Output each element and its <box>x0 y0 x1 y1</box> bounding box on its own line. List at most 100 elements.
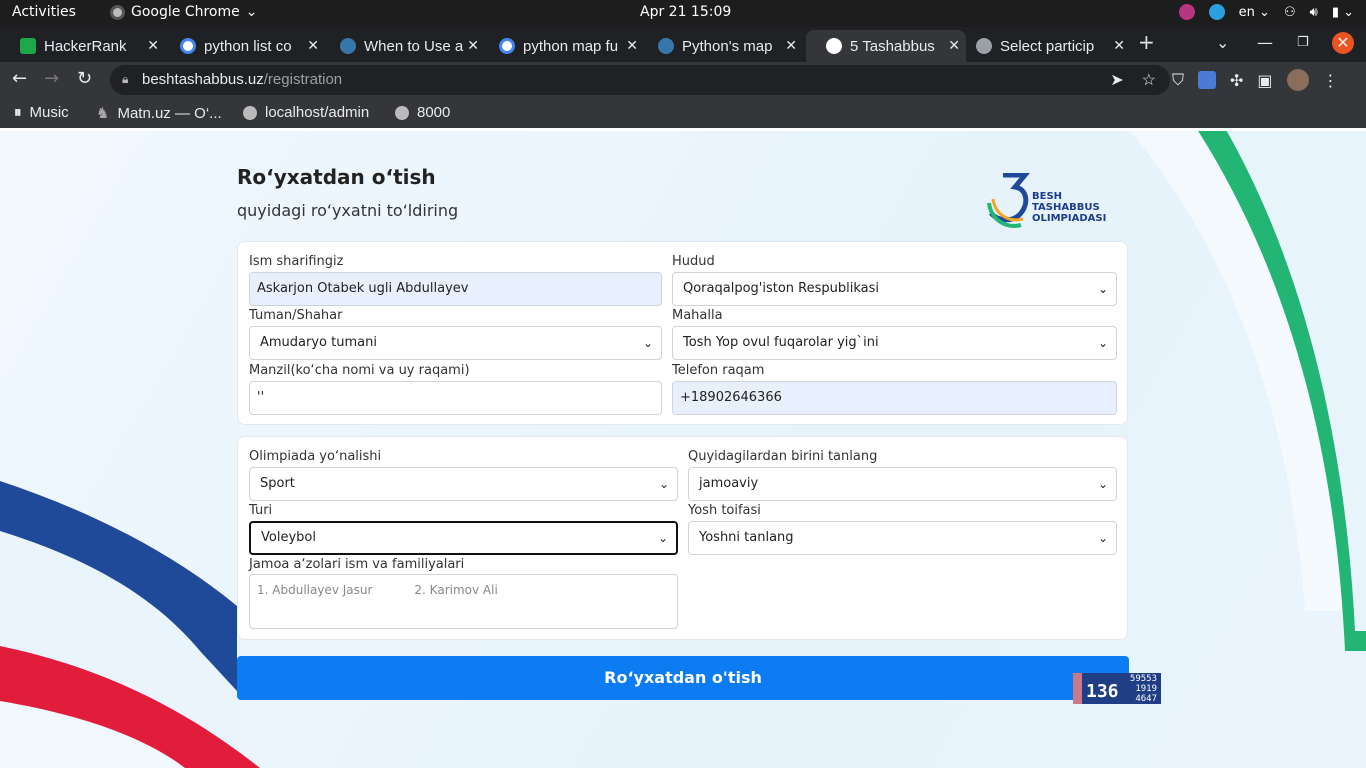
forward-button[interactable]: → <box>44 68 59 89</box>
menu-icon[interactable]: ⋮ <box>1323 71 1339 90</box>
app-name: Google Chrome <box>131 4 240 20</box>
register-button[interactable]: Ro‘yxatdan o'tish <box>237 656 1129 700</box>
page-title: Ro‘yxatdan o‘tish <box>237 165 436 189</box>
chevron-down-icon: ⌄ <box>642 336 653 350</box>
tab-title: Select particip <box>1000 37 1095 55</box>
puzzle-icon[interactable]: ✣ <box>1230 71 1243 90</box>
name-label: Ism sharifingiz <box>249 254 344 269</box>
tashabbus-icon <box>826 38 842 54</box>
clock[interactable]: Apr 21 15:09 <box>640 4 731 20</box>
address-label: Manzil(ko‘cha nomi va uy raqami) <box>249 363 470 378</box>
bookmark-matn[interactable]: ♞ Matn.uz — O‘... <box>96 104 222 123</box>
district-select[interactable]: Amudaryo tumani ⌄ <box>249 326 662 360</box>
choose-label: Quyidagilardan birini tanlang <box>688 449 878 464</box>
address-input[interactable]: '' <box>249 381 662 415</box>
placeholder-member-2: 2. Karimov Ali <box>414 583 498 597</box>
tab-5-tashabbus[interactable]: 5 Tashabbus ✕ <box>806 30 966 62</box>
close-icon[interactable]: ✕ <box>785 37 797 54</box>
bookmark-8000[interactable]: 8000 <box>395 104 450 121</box>
back-button[interactable]: ← <box>12 68 27 89</box>
mahalla-select[interactable]: Tosh Yop ovul fuqarolar yig`ini ⌄ <box>672 326 1117 360</box>
python-icon <box>658 38 674 54</box>
tab-pythons-map[interactable]: Python's map ✕ <box>638 30 803 62</box>
close-icon[interactable]: ✕ <box>307 37 319 54</box>
telegram-icon[interactable] <box>1208 4 1225 20</box>
google-icon <box>180 38 196 54</box>
direction-select[interactable]: Sport ⌄ <box>249 467 678 501</box>
chevron-down-icon: ⌄ <box>245 4 258 20</box>
tab-hackerrank[interactable]: HackerRank ✕ <box>0 30 165 62</box>
profile-avatar[interactable] <box>1286 69 1309 91</box>
chevron-down-icon: ⌄ <box>1097 531 1108 545</box>
browser-toolbar: ← → ↻ 🔒︎ beshtashabbus.uz/registration ➤… <box>0 62 1366 98</box>
url-text[interactable]: beshtashabbus.uz/registration <box>142 71 342 88</box>
team-members-textarea[interactable]: 1. Abdullayev Jasur 2. Karimov Ali <box>249 574 678 629</box>
logo-text: BESH TASHABBUS OLIMPIADASI <box>1032 191 1107 224</box>
reload-button[interactable]: ↻ <box>77 68 92 89</box>
team-members-label: Jamoa a‘zolari ism va familiyalari <box>249 557 465 572</box>
close-window-button[interactable]: ✕ <box>1332 32 1354 54</box>
close-icon[interactable]: ✕ <box>1113 37 1125 54</box>
globe-icon <box>243 105 257 120</box>
close-icon[interactable]: ✕ <box>467 37 479 54</box>
logo-mark <box>987 172 1031 228</box>
tab-python-map-google[interactable]: python map fu ✕ <box>479 30 644 62</box>
bookmark-localhost-admin[interactable]: localhost/admin <box>243 104 369 121</box>
chevron-down-icon: ⌄ <box>658 477 669 491</box>
system-tray[interactable]: en ⌄ ⚇ 🔊︎ ▮ ⌄ <box>1178 4 1354 20</box>
page-subtitle: quyidagi ro‘yxatni to‘ldiring <box>237 201 459 220</box>
besh-tashabbus-logo: BESH TASHABBUS OLIMPIADASI <box>985 172 1125 233</box>
side-panel-icon[interactable]: ▣ <box>1257 71 1272 90</box>
volume-icon[interactable]: 🔊︎ <box>1310 5 1318 20</box>
chevron-down-icon: ⌄ <box>1097 282 1108 296</box>
tab-python-list[interactable]: python list co ✕ <box>160 30 325 62</box>
music-icon: ⏸ <box>14 104 22 121</box>
globe-icon <box>976 38 992 54</box>
shield-icon[interactable]: ⛉ <box>1172 70 1184 90</box>
network-icon[interactable]: ⚇ <box>1284 5 1296 20</box>
bookmark-music[interactable]: ⏸ Music <box>14 104 69 121</box>
address-bar[interactable]: 🔒︎ beshtashabbus.uz/registration ➤ ☆ <box>110 65 1170 95</box>
hackerrank-icon <box>20 38 36 54</box>
tray-app-icon[interactable] <box>1178 4 1195 20</box>
battery-icon[interactable]: ▮ ⌄ <box>1332 5 1354 20</box>
type-label: Turi <box>249 503 273 518</box>
translate-icon[interactable] <box>1198 71 1217 89</box>
tab-when-to-use[interactable]: When to Use a ✕ <box>320 30 485 62</box>
lock-icon[interactable]: 🔒︎ <box>122 72 128 87</box>
google-icon <box>499 38 515 54</box>
region-label: Hudud <box>672 254 715 269</box>
tab-strip: HackerRank ✕ python list co ✕ When to Us… <box>0 27 1366 62</box>
chevron-down-icon: ⌄ <box>1097 336 1108 350</box>
chrome-icon <box>110 4 125 20</box>
close-icon[interactable]: ✕ <box>147 37 159 54</box>
matn-icon: ♞ <box>96 105 110 122</box>
minimize-button[interactable]: — <box>1257 33 1273 52</box>
chevron-down-icon: ⌄ <box>657 531 668 545</box>
team-type-select[interactable]: jamoaviy ⌄ <box>688 467 1117 501</box>
python-icon <box>340 38 356 54</box>
age-select[interactable]: Yoshni tanlang ⌄ <box>688 521 1117 555</box>
sport-type-select[interactable]: Voleybol ⌄ <box>249 521 678 555</box>
app-menu[interactable]: Google Chrome ⌄ <box>110 4 257 20</box>
tab-search-button[interactable]: ⌄ <box>1216 33 1229 52</box>
district-label: Tuman/Shahar <box>249 308 343 323</box>
language-indicator[interactable]: en ⌄ <box>1239 5 1270 20</box>
phone-label: Telefon raqam <box>672 363 765 378</box>
name-input[interactable]: Askarjon Otabek ugli Abdullayev <box>249 272 662 306</box>
globe-icon <box>395 105 409 120</box>
maximize-button[interactable]: ❐ <box>1297 35 1309 50</box>
tab-select-particip[interactable]: Select particip ✕ <box>956 30 1131 62</box>
direction-label: Olimpiada yo‘nalishi <box>249 449 382 464</box>
phone-input[interactable]: +18902646366 <box>672 381 1117 415</box>
registration-page: Ro‘yxatdan o‘tish quyidagi ro‘yxatni to‘… <box>0 131 1366 768</box>
close-icon[interactable]: ✕ <box>626 37 638 54</box>
bookmark-star-icon[interactable]: ☆ <box>1142 70 1156 90</box>
send-icon[interactable]: ➤ <box>1110 70 1123 90</box>
visitor-counter: 136 59553 1919 4647 <box>1073 673 1161 704</box>
bookmarks-bar: ⏸ Music ♞ Matn.uz — O‘... localhost/admi… <box>0 98 1366 128</box>
activities-button[interactable]: Activities <box>12 4 76 20</box>
age-label: Yosh toifasi <box>688 503 761 518</box>
new-tab-button[interactable]: + <box>1138 30 1155 54</box>
region-select[interactable]: Qoraqalpog'iston Respublikasi ⌄ <box>672 272 1117 306</box>
